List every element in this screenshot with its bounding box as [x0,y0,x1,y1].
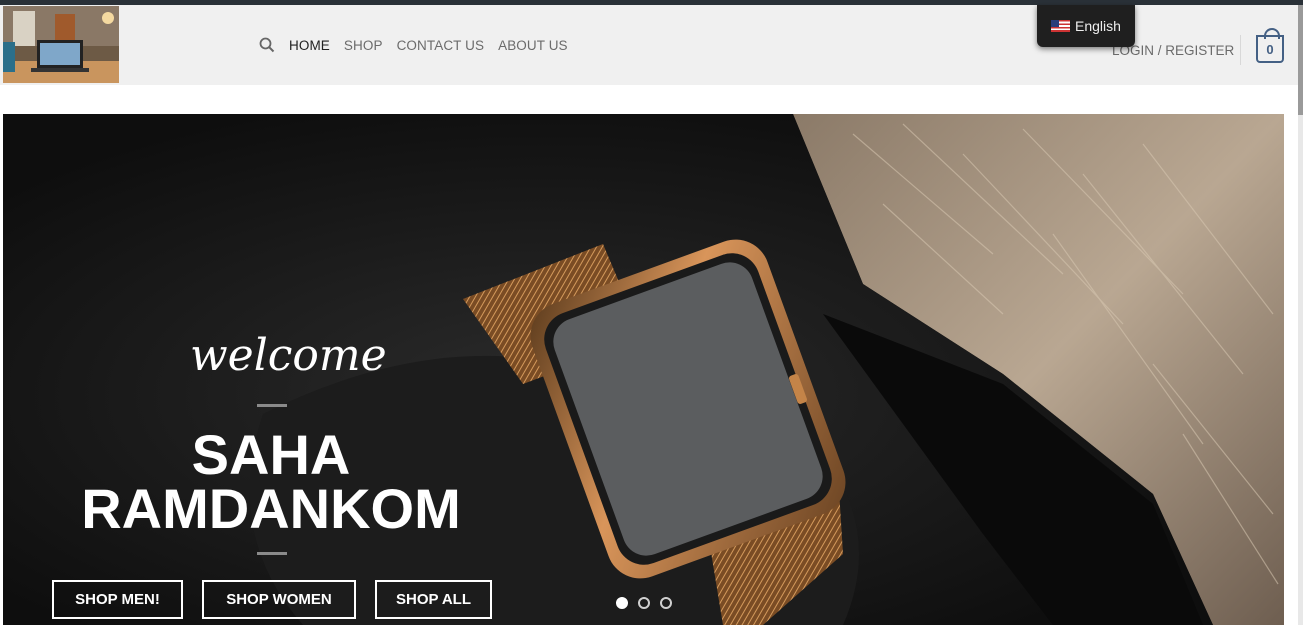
language-label: English [1075,18,1121,34]
search-icon[interactable] [259,37,275,53]
shop-all-button[interactable]: SHOP ALL [375,580,492,619]
site-logo[interactable] [3,6,119,83]
logo-image [3,6,119,83]
slider-dot-1[interactable] [616,597,628,609]
cart-count: 0 [1266,41,1274,57]
shop-men-button[interactable]: SHOP MEN! [52,580,183,619]
scrollbar-thumb[interactable] [1298,5,1303,115]
page-scrollbar[interactable] [1298,5,1303,625]
nav-about-link[interactable]: ABOUT US [498,38,568,53]
header-divider [1240,35,1241,65]
slider-dot-3[interactable] [660,597,672,609]
cart-button[interactable]: 0 [1256,28,1284,63]
us-flag-icon [1051,20,1070,32]
main-navigation: HOME SHOP CONTACT US ABOUT US [259,35,582,55]
slider-pagination [616,597,682,609]
language-switcher[interactable]: English [1037,5,1135,47]
hero-divider-top [257,404,287,407]
nav-shop-link[interactable]: SHOP [344,38,383,53]
hero-title-line2: RAMDANKOM [81,477,461,540]
hero-divider-bottom [257,552,287,555]
hero-title-line1: SAHA [191,423,351,486]
nav-contact-link[interactable]: CONTACT US [397,38,485,53]
nav-home-link[interactable]: HOME [289,38,330,53]
hero-title: SAHA RAMDANKOM [66,423,476,540]
slider-dot-2[interactable] [638,597,650,609]
shop-women-button[interactable]: SHOP WOMEN [202,580,356,619]
hero-welcome-text: welcome [190,330,387,381]
